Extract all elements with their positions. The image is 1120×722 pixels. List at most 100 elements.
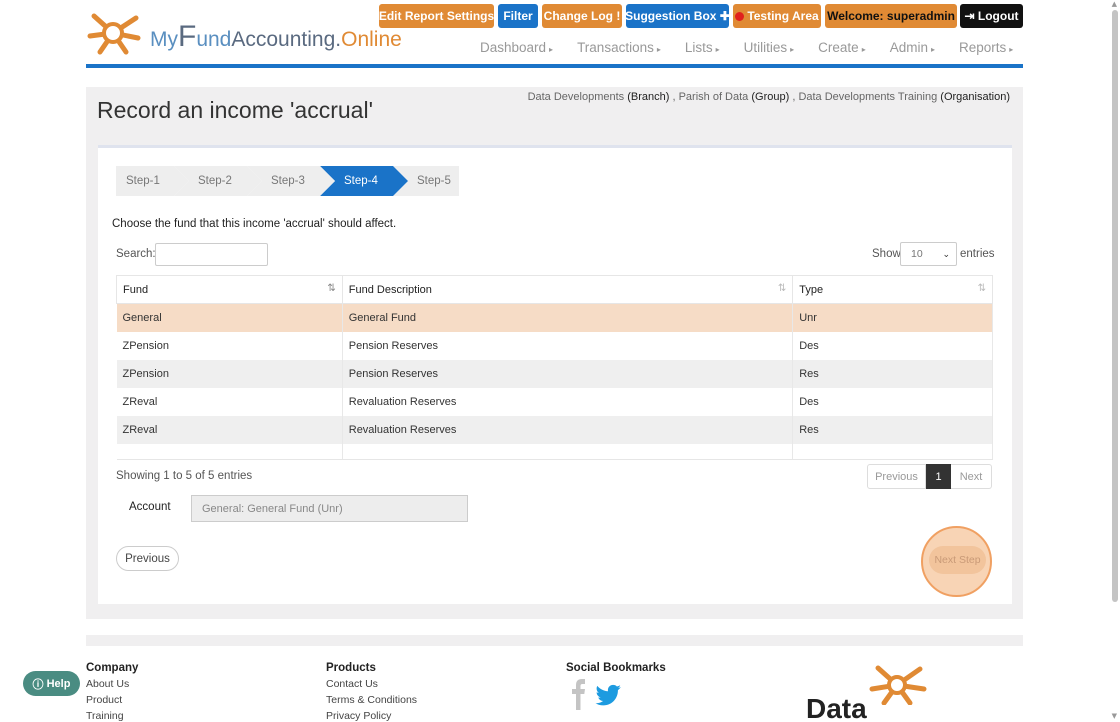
account-label: Account (129, 501, 171, 513)
data-brand-logo: Data (806, 665, 936, 722)
sort-icon: ⇅ (777, 283, 787, 294)
twitter-icon (595, 684, 621, 706)
caret-right-icon: ▸ (715, 45, 720, 54)
search-label: Search: (116, 248, 156, 260)
header-divider (86, 64, 1023, 68)
page-scrollbar[interactable] (1112, 10, 1118, 602)
logout-label: Logout (977, 9, 1019, 23)
footer-link-contact[interactable]: Contact Us (326, 678, 417, 694)
testing-area-label: Testing Area (747, 9, 819, 23)
next-step-button[interactable]: Next Step (929, 546, 986, 574)
funds-table: Fund ⇅ Fund Description ⇅ Type ⇅ General Ge… (116, 275, 993, 460)
caret-right-icon: ▸ (930, 45, 935, 54)
suggestion-box-button[interactable]: Suggestion Box ✚ (625, 4, 730, 28)
footer-divider (86, 635, 1023, 646)
description-cell: Revaluation Reserves (342, 415, 794, 444)
description-cell: General Fund (342, 303, 794, 332)
column-header-fund-description[interactable]: Fund Description ⇅ (341, 275, 794, 304)
account-field: General: General Fund (Unr) (191, 495, 468, 522)
sort-icon: ⇅ (977, 283, 986, 294)
testing-area-button[interactable]: Testing Area (733, 4, 821, 28)
table-row[interactable]: ZPension Pension Reserves Res (116, 359, 993, 388)
nav-utilities[interactable]: Utilities ▸ (744, 40, 795, 55)
fund-cell: ZReval (116, 415, 343, 444)
content-panel: Record an income 'accrual' Data Developm… (86, 87, 1023, 619)
nav-reports[interactable]: Reports ▸ (959, 40, 1013, 55)
caret-right-icon: ▸ (656, 45, 661, 54)
welcome-user-badge[interactable]: Welcome: superadmin (825, 4, 957, 28)
footer-link-privacy[interactable]: Privacy Policy (326, 710, 417, 722)
description-cell: Pension Reserves (342, 359, 794, 388)
table-row[interactable]: General General Fund Unr (116, 303, 993, 332)
footer-social: Social Bookmarks (566, 662, 666, 715)
type-cell: Des (792, 331, 993, 360)
nav-admin[interactable]: Admin ▸ (890, 40, 935, 55)
nav-transactions[interactable]: Transactions ▸ (577, 40, 661, 55)
sort-ascending-icon: ⇅ (327, 283, 336, 294)
description-cell: Pension Reserves (342, 331, 794, 360)
footer-company-title: Company (86, 662, 139, 674)
organisation-breadcrumb: Data Developments (Branch) , Parish of D… (527, 91, 1010, 103)
change-log-button[interactable]: Change Log ! (542, 4, 622, 28)
question-circle-icon: ⓘ (32, 678, 44, 691)
fund-cell: General (116, 303, 343, 332)
footer-link-about[interactable]: About Us (86, 678, 138, 694)
change-log-label: Change Log (543, 9, 613, 23)
brand-text: Data (806, 693, 867, 722)
nav-dashboard[interactable]: Dashboard ▸ (480, 40, 553, 55)
nav-create[interactable]: Create ▸ (818, 40, 866, 55)
fund-cell: ZPension (116, 359, 343, 388)
caret-right-icon: ▸ (1009, 45, 1014, 54)
table-row[interactable]: ZPension Pension Reserves Des (116, 331, 993, 360)
sun-brand-icon (869, 665, 927, 705)
wizard-steps: Step-1 Step-2 Step-3 Step-4 Step-5 (116, 166, 459, 196)
wizard-card: Step-1 Step-2 Step-3 Step-4 Step-5 Choos… (98, 145, 1012, 604)
footer-link-training[interactable]: Training (86, 710, 138, 722)
scroll-down-icon[interactable]: ▼ (1112, 712, 1117, 720)
footer-link-terms[interactable]: Terms & Conditions (326, 694, 417, 710)
facebook-icon (572, 679, 585, 710)
column-header-type[interactable]: Type ⇅ (792, 275, 993, 304)
caret-right-icon: ▸ (861, 45, 866, 54)
table-row[interactable]: ZReval Revaluation Reserves Des (116, 387, 993, 416)
edit-report-settings-button[interactable]: Edit Report Settings (379, 4, 494, 28)
caret-right-icon: ▸ (549, 45, 554, 54)
description-cell: Revaluation Reserves (342, 387, 794, 416)
red-dot-icon (735, 11, 745, 21)
search-input[interactable] (155, 243, 268, 266)
pagination: Previous 1 Next (867, 464, 992, 489)
plus-icon: ✚ (719, 9, 730, 23)
logout-button[interactable]: ⇥ Logout (960, 4, 1023, 28)
chevron-down-icon: ⌄ (942, 248, 950, 259)
footer-link-product[interactable]: Product (86, 694, 138, 710)
footer-products-title: Products (326, 662, 376, 674)
caret-right-icon: ▸ (790, 45, 795, 54)
previous-step-button[interactable]: Previous (116, 546, 179, 571)
type-cell: Res (792, 415, 993, 444)
step-1-tab[interactable]: Step-1 (116, 166, 189, 196)
logo-wordmark: MyFundAccounting.Online (150, 20, 402, 53)
type-cell: Unr (792, 303, 993, 332)
footer-products: Products Contact Us Terms & Conditions P… (326, 662, 417, 722)
nav-lists[interactable]: Lists ▸ (685, 40, 720, 55)
page-length-value: 10 (911, 248, 923, 260)
instruction-text: Choose the fund that this income 'accrua… (112, 218, 397, 230)
footer-company: Company About Us Product Training (86, 662, 138, 722)
pagination-page-1[interactable]: 1 (926, 464, 951, 489)
scroll-up-icon[interactable]: ▲ (1112, 0, 1117, 8)
help-button[interactable]: ⓘ Help (23, 671, 80, 696)
filter-button[interactable]: Filter (498, 4, 538, 28)
app-logo[interactable]: MyFundAccounting.Online (86, 12, 402, 56)
pagination-next[interactable]: Next (951, 464, 992, 489)
fund-cell: ZReval (116, 387, 343, 416)
logout-icon: ⇥ (964, 9, 975, 23)
type-cell: Des (792, 387, 993, 416)
page-length-select[interactable]: 10 ⌄ (900, 242, 957, 266)
exclamation-icon: ! (616, 9, 621, 23)
pagination-previous[interactable]: Previous (867, 464, 926, 489)
entries-label: entries (960, 248, 995, 260)
column-header-fund[interactable]: Fund ⇅ (116, 275, 343, 304)
table-row[interactable]: ZReval Revaluation Reserves Res (116, 415, 993, 444)
show-label: Show (872, 248, 901, 260)
table-footer-row (116, 443, 993, 460)
